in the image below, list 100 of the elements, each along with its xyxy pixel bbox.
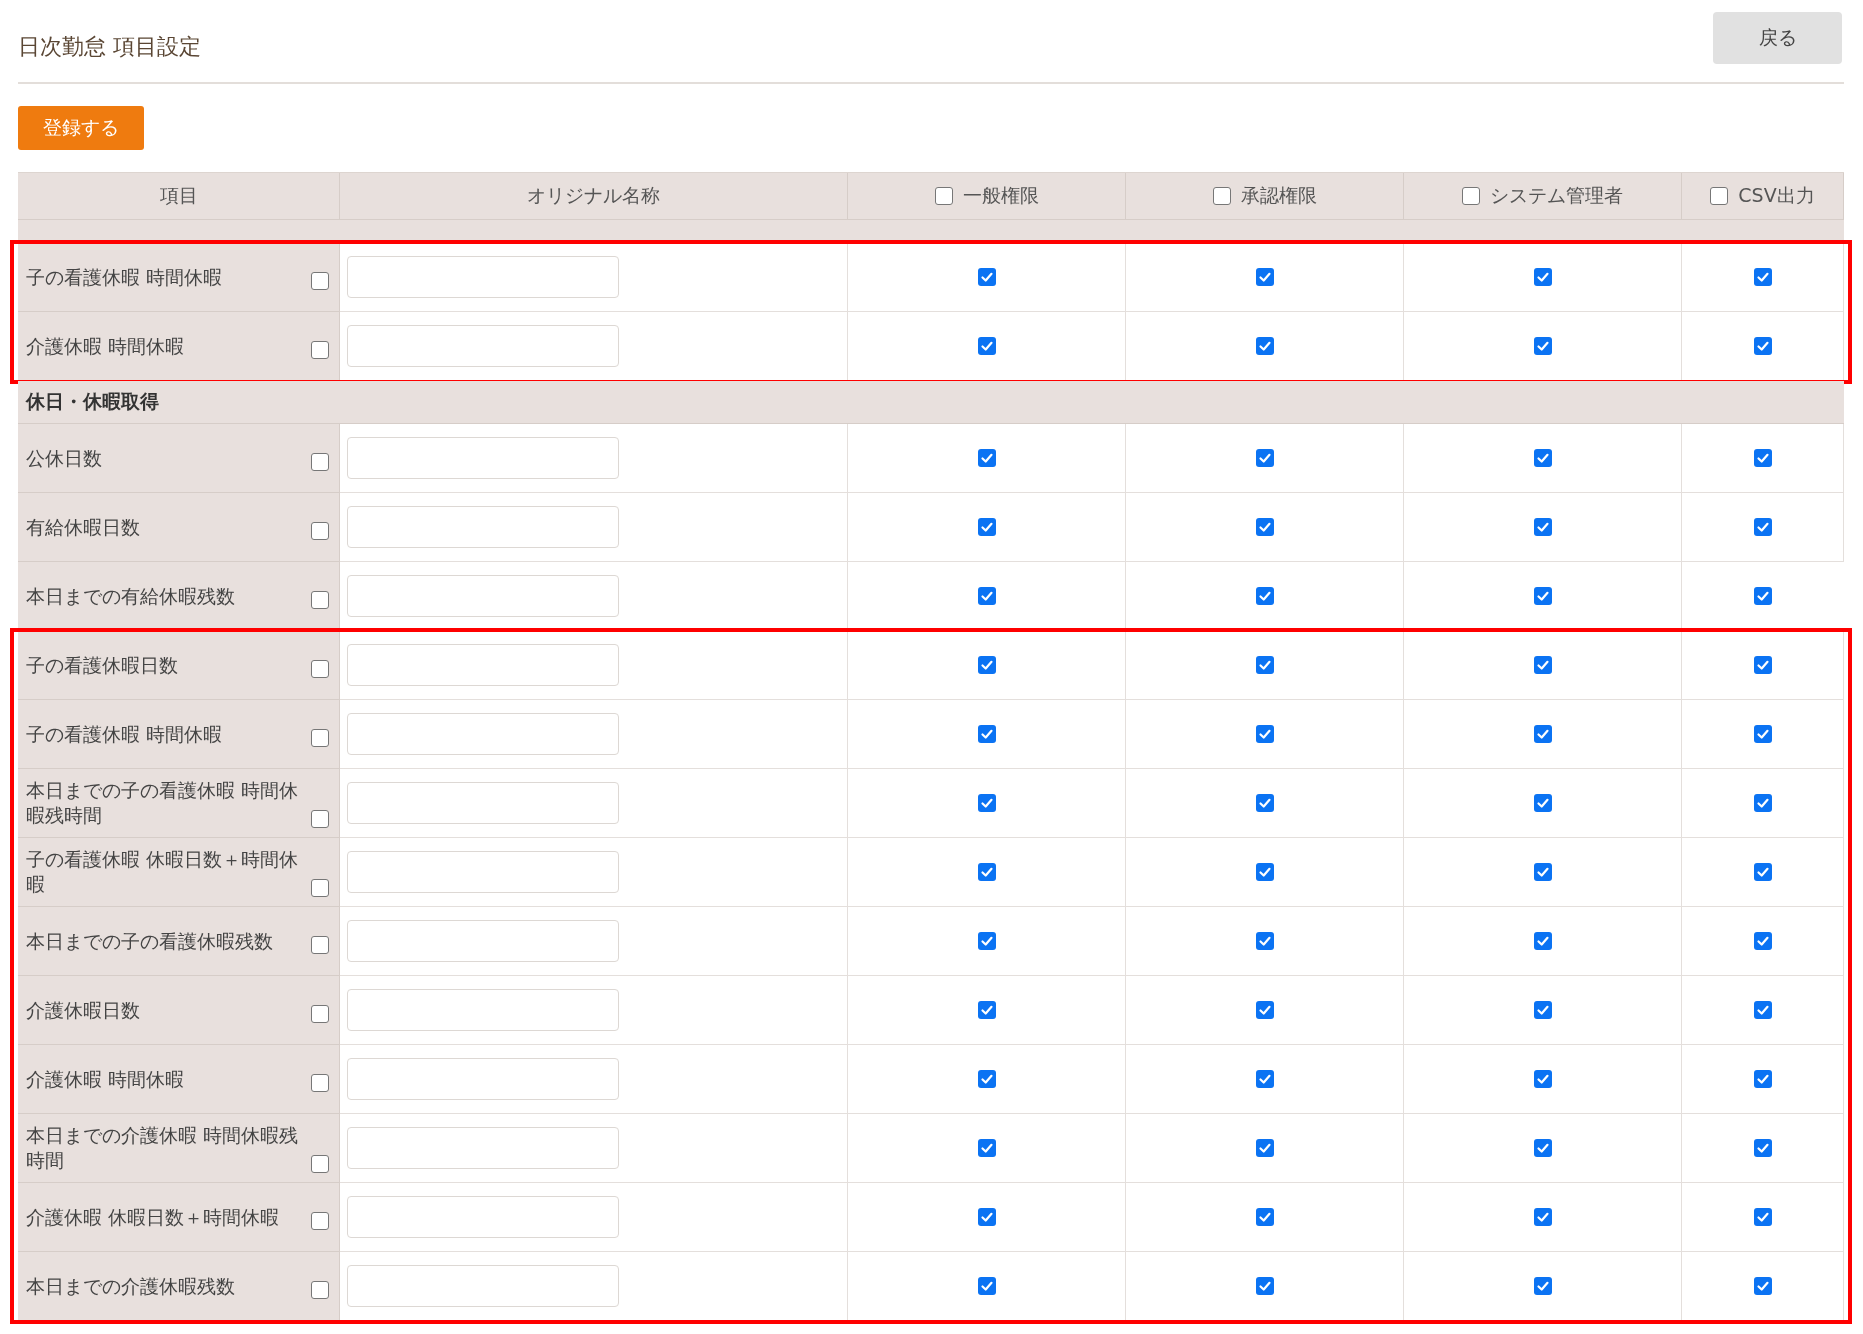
checkbox[interactable] <box>977 268 996 286</box>
checkbox[interactable] <box>1255 794 1274 812</box>
checkbox[interactable] <box>977 932 996 950</box>
checkbox[interactable] <box>1533 1208 1552 1226</box>
checkbox[interactable] <box>977 1208 996 1226</box>
checkbox[interactable] <box>1753 449 1772 467</box>
checkbox[interactable] <box>1255 1139 1274 1157</box>
checkbox[interactable] <box>1710 187 1729 205</box>
checkbox[interactable] <box>311 728 329 747</box>
checkbox[interactable] <box>1753 518 1772 536</box>
checkbox[interactable] <box>311 1073 329 1092</box>
checkbox[interactable] <box>1753 794 1772 812</box>
checkbox[interactable] <box>977 1277 996 1295</box>
checkbox[interactable] <box>311 521 329 540</box>
checkbox[interactable] <box>1255 518 1274 536</box>
checkbox[interactable] <box>1533 1277 1552 1295</box>
checkbox[interactable] <box>1255 725 1274 743</box>
checkbox[interactable] <box>311 1155 329 1173</box>
checkbox[interactable] <box>1255 656 1274 674</box>
checkbox[interactable] <box>977 518 996 536</box>
checkbox[interactable] <box>977 1070 996 1088</box>
input-field[interactable] <box>347 437 619 479</box>
checkbox[interactable] <box>311 1004 329 1023</box>
checkbox[interactable] <box>311 879 329 897</box>
checkbox[interactable] <box>1753 268 1772 286</box>
checkbox[interactable] <box>977 587 996 605</box>
input-field[interactable] <box>347 506 619 548</box>
checkbox[interactable] <box>1533 794 1552 812</box>
input-field[interactable] <box>347 256 619 298</box>
checkbox[interactable] <box>1533 1070 1552 1088</box>
checkbox[interactable] <box>1753 1277 1772 1295</box>
checkbox[interactable] <box>1753 1070 1772 1088</box>
checkbox[interactable] <box>1255 449 1274 467</box>
input-field[interactable] <box>347 989 619 1031</box>
checkbox[interactable] <box>1255 1277 1274 1295</box>
checkbox[interactable] <box>1533 268 1552 286</box>
checkbox[interactable] <box>311 659 329 678</box>
page-title: 日次勤怠 項目設定 <box>18 33 201 61</box>
checkbox[interactable] <box>1255 932 1274 950</box>
input-field[interactable] <box>347 644 619 686</box>
input-field[interactable] <box>347 1058 619 1100</box>
checkbox[interactable] <box>977 863 996 881</box>
checkbox[interactable] <box>1754 587 1772 605</box>
checkbox[interactable] <box>1255 1208 1274 1226</box>
checkbox[interactable] <box>311 810 329 828</box>
input-field[interactable] <box>347 851 619 893</box>
checkbox[interactable] <box>1255 1070 1274 1088</box>
checkbox[interactable] <box>311 340 329 359</box>
checkbox[interactable] <box>977 725 996 743</box>
checkbox[interactable] <box>311 1211 329 1230</box>
column-header: オリジナル名称 <box>527 183 660 208</box>
item-label: 公休日数 <box>26 445 102 471</box>
checkbox[interactable] <box>1533 932 1552 950</box>
item-label: 子の看護休暇 休暇日数＋時間休暇 <box>26 847 300 897</box>
checkbox[interactable] <box>1533 1001 1552 1019</box>
checkbox[interactable] <box>311 935 329 954</box>
checkbox[interactable] <box>311 452 329 471</box>
checkbox[interactable] <box>977 656 996 674</box>
checkbox[interactable] <box>1255 587 1274 605</box>
checkbox[interactable] <box>977 337 996 355</box>
checkbox[interactable] <box>1255 1001 1274 1019</box>
checkbox[interactable] <box>1212 187 1231 205</box>
checkbox[interactable] <box>977 449 996 467</box>
checkbox[interactable] <box>311 1280 329 1299</box>
checkbox[interactable] <box>1533 725 1552 743</box>
input-field[interactable] <box>347 782 619 824</box>
checkbox[interactable] <box>1462 187 1480 205</box>
checkbox[interactable] <box>934 187 953 205</box>
checkbox[interactable] <box>1255 337 1274 355</box>
checkbox[interactable] <box>1753 932 1772 950</box>
checkbox[interactable] <box>1753 1001 1772 1019</box>
input-field[interactable] <box>347 1127 619 1169</box>
input-field[interactable] <box>347 325 619 367</box>
back-button[interactable]: 戻る <box>1713 12 1842 64</box>
item-label: 子の看護休暇 時間休暇 <box>26 264 223 290</box>
checkbox[interactable] <box>1753 1208 1772 1226</box>
checkbox[interactable] <box>1255 268 1274 286</box>
checkbox[interactable] <box>1533 337 1552 355</box>
checkbox[interactable] <box>1255 863 1274 881</box>
checkbox[interactable] <box>1533 518 1552 536</box>
input-field[interactable] <box>347 1265 619 1307</box>
checkbox[interactable] <box>311 271 329 290</box>
checkbox[interactable] <box>1753 656 1772 674</box>
checkbox[interactable] <box>1753 863 1772 881</box>
input-field[interactable] <box>347 1196 619 1238</box>
checkbox[interactable] <box>1753 1139 1772 1157</box>
input-field[interactable] <box>347 920 619 962</box>
checkbox[interactable] <box>1533 1139 1552 1157</box>
checkbox[interactable] <box>1533 587 1552 605</box>
checkbox[interactable] <box>977 1139 996 1157</box>
checkbox[interactable] <box>977 794 996 812</box>
input-field[interactable] <box>347 575 619 617</box>
checkbox[interactable] <box>977 1001 996 1019</box>
checkbox[interactable] <box>1753 337 1772 355</box>
checkbox[interactable] <box>1533 656 1552 674</box>
checkbox[interactable] <box>1533 449 1552 467</box>
checkbox[interactable] <box>1533 863 1552 881</box>
input-field[interactable] <box>347 713 619 755</box>
checkbox[interactable] <box>1753 725 1772 743</box>
checkbox[interactable] <box>311 590 329 609</box>
